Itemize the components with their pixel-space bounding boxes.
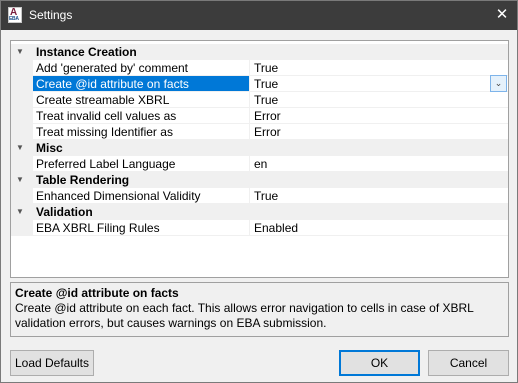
- expand-icon[interactable]: ▼: [16, 207, 26, 217]
- property-value[interactable]: Enabled: [250, 220, 508, 236]
- property-row[interactable]: Create streamable XBRL True: [11, 92, 508, 108]
- property-name[interactable]: Add 'generated by' comment: [33, 60, 249, 76]
- description-panel: Create @id attribute on facts Create @id…: [10, 282, 509, 337]
- property-value: True: [254, 77, 279, 91]
- property-row-selected[interactable]: Create @id attribute on facts True ⌄: [11, 75, 508, 92]
- category-label: Validation: [36, 205, 93, 219]
- property-value[interactable]: Error: [250, 124, 508, 140]
- load-defaults-button[interactable]: Load Defaults: [10, 350, 94, 376]
- category-label: Table Rendering: [36, 173, 130, 187]
- property-name[interactable]: Create @id attribute on facts: [33, 76, 249, 92]
- description-title: Create @id attribute on facts: [15, 286, 179, 300]
- chevron-down-icon: ⌄: [494, 78, 503, 88]
- property-row[interactable]: Add 'generated by' comment True: [11, 60, 508, 76]
- ok-button[interactable]: OK: [339, 350, 420, 376]
- property-row[interactable]: Enhanced Dimensional Validity True: [11, 188, 508, 204]
- settings-dialog: A EBA Settings ✕ ▼ Instance Creation Add…: [0, 0, 518, 383]
- close-icon: ✕: [495, 6, 509, 23]
- expand-icon[interactable]: ▼: [16, 47, 26, 57]
- property-name[interactable]: Preferred Label Language: [33, 156, 249, 172]
- category-label: Instance Creation: [36, 45, 137, 59]
- property-row[interactable]: Treat missing Identifier as Error: [11, 124, 508, 140]
- category-validation[interactable]: ▼ Validation: [11, 204, 508, 220]
- category-label: Misc: [36, 141, 63, 155]
- property-value[interactable]: True: [250, 92, 508, 108]
- property-name[interactable]: Treat missing Identifier as: [33, 124, 249, 140]
- property-name[interactable]: EBA XBRL Filing Rules: [33, 220, 249, 236]
- expand-icon[interactable]: ▼: [16, 175, 26, 185]
- window-title: Settings: [29, 8, 73, 22]
- expand-icon[interactable]: ▼: [16, 143, 26, 153]
- property-value-editor[interactable]: True ⌄: [250, 75, 508, 92]
- property-row[interactable]: EBA XBRL Filing Rules Enabled: [11, 220, 508, 236]
- property-name[interactable]: Treat invalid cell values as: [33, 108, 249, 124]
- property-row[interactable]: Treat invalid cell values as Error: [11, 108, 508, 124]
- cancel-button[interactable]: Cancel: [428, 350, 509, 376]
- property-row[interactable]: Preferred Label Language en: [11, 156, 508, 172]
- category-table-rendering[interactable]: ▼ Table Rendering: [11, 172, 508, 188]
- property-value[interactable]: Error: [250, 108, 508, 124]
- category-instance-creation[interactable]: ▼ Instance Creation: [11, 44, 508, 60]
- close-button[interactable]: ✕: [487, 1, 517, 30]
- title-bar: A EBA Settings ✕: [1, 1, 517, 30]
- property-grid[interactable]: ▼ Instance Creation Add 'generated by' c…: [10, 40, 509, 278]
- property-value[interactable]: en: [250, 156, 508, 172]
- property-name[interactable]: Enhanced Dimensional Validity: [33, 188, 249, 204]
- property-value[interactable]: True: [250, 188, 508, 204]
- property-value[interactable]: True: [250, 60, 508, 76]
- description-text: Create @id attribute on each fact. This …: [15, 301, 474, 330]
- value-dropdown-button[interactable]: ⌄: [490, 75, 507, 92]
- property-name[interactable]: Create streamable XBRL: [33, 92, 249, 108]
- logo-text: EBA: [9, 16, 19, 22]
- category-misc[interactable]: ▼ Misc: [11, 140, 508, 156]
- eba-logo-icon: A EBA: [8, 7, 22, 23]
